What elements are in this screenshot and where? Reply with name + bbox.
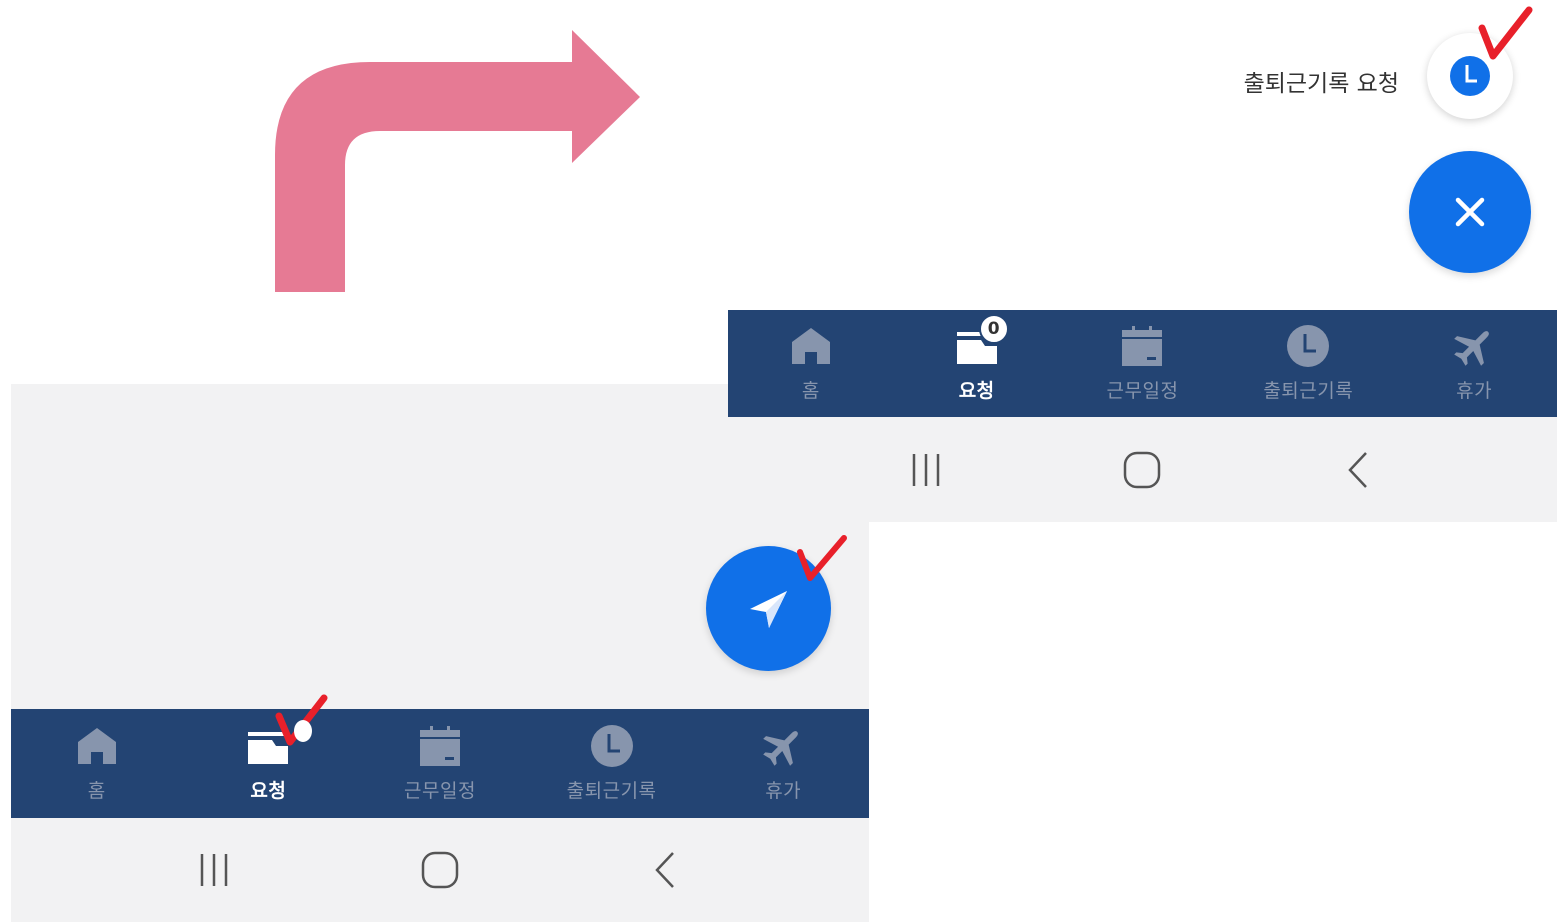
request-inbox-icon: 0: [955, 314, 1009, 368]
nav-label: 휴가: [765, 780, 802, 802]
airplane-icon: [1452, 324, 1496, 368]
nav-item-vacation[interactable]: 휴가: [1391, 310, 1557, 417]
calendar-icon: [1120, 324, 1164, 368]
recent-apps-icon[interactable]: [896, 440, 956, 500]
home-circle-icon[interactable]: [410, 840, 470, 900]
nav-label: 휴가: [1456, 380, 1493, 402]
nav-label: 근무일정: [1106, 380, 1179, 402]
send-fab-button[interactable]: [706, 546, 831, 671]
nav-item-attendance[interactable]: 출퇴근기록: [526, 709, 698, 818]
guide-arrow: [275, 30, 640, 292]
screen-after: 출퇴근기록 요청 홈 0 요청 근무일정 출퇴근기록 휴가: [728, 0, 1557, 522]
bottom-navigation: 홈 0 요청 근무일정 출퇴근기록 휴가: [728, 310, 1557, 417]
back-chevron-icon[interactable]: [636, 840, 696, 900]
system-navigation-bar: [728, 417, 1557, 522]
home-icon: [789, 324, 833, 368]
nav-label: 홈: [801, 380, 820, 402]
clock-icon: [590, 724, 634, 768]
clock-icon: [1450, 56, 1490, 96]
home-circle-icon[interactable]: [1112, 440, 1172, 500]
close-icon: [1455, 197, 1485, 227]
nav-item-schedule[interactable]: 근무일정: [354, 709, 526, 818]
nav-item-request[interactable]: 요청: [183, 709, 355, 818]
paper-plane-icon: [749, 590, 787, 628]
request-count-badge: 0: [978, 314, 1009, 344]
nav-item-attendance[interactable]: 출퇴근기록: [1225, 310, 1391, 417]
nav-label: 요청: [250, 780, 287, 802]
nav-label: 출퇴근기록: [1263, 380, 1354, 402]
nav-item-request[interactable]: 0 요청: [894, 310, 1060, 417]
nav-item-home[interactable]: 홈: [11, 709, 183, 818]
bottom-navigation: 홈 요청 근무일정 출퇴근기록 휴가: [11, 709, 869, 818]
home-icon: [75, 724, 119, 768]
nav-label: 홈: [87, 780, 106, 802]
clock-icon: [1286, 324, 1330, 368]
request-inbox-icon: [246, 724, 290, 768]
nav-label: 요청: [958, 380, 995, 402]
recent-apps-icon[interactable]: [184, 840, 244, 900]
nav-item-schedule[interactable]: 근무일정: [1060, 310, 1226, 417]
attendance-request-button[interactable]: [1427, 33, 1513, 119]
airplane-icon: [761, 724, 805, 768]
nav-item-home[interactable]: 홈: [728, 310, 894, 417]
nav-item-vacation[interactable]: 휴가: [697, 709, 869, 818]
system-navigation-bar: [11, 818, 869, 922]
attendance-request-label[interactable]: 출퇴근기록 요청: [1244, 64, 1399, 98]
nav-label: 근무일정: [404, 780, 476, 802]
nav-label: 출퇴근기록: [566, 780, 657, 802]
back-chevron-icon[interactable]: [1329, 440, 1389, 500]
calendar-icon: [418, 724, 462, 768]
close-fab-button[interactable]: [1409, 151, 1531, 273]
